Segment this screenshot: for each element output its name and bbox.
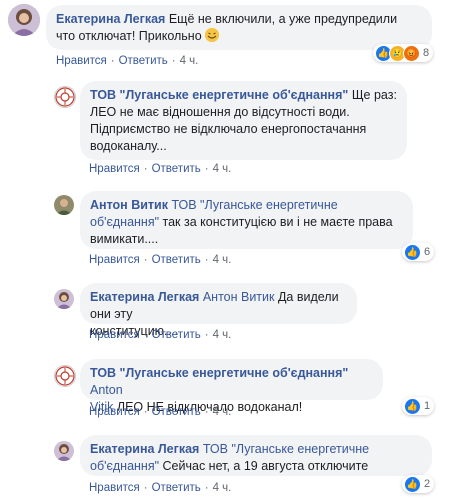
reaction-summary[interactable]: 👍 1 <box>402 397 435 415</box>
avatar-ekaterina[interactable] <box>8 4 40 36</box>
comment-text: ЛЕО не має відношення до відсутності вод… <box>90 105 350 119</box>
leo-logo-icon <box>55 366 75 386</box>
comment-text: Ещё не включили, а уже предупредили <box>165 12 398 26</box>
comment-author[interactable]: ТОВ "Луганське енергетичне об'єднання" <box>90 88 348 102</box>
separator: · <box>204 163 209 175</box>
comment-bubble: Екатерина Легкая ТОВ "Луганське енергети… <box>80 435 432 476</box>
comment-bubble: ТОВ "Луганське енергетичне об'єднання" Щ… <box>80 81 407 160</box>
separator: · <box>204 482 209 494</box>
reaction-summary[interactable]: 👍 2 <box>402 475 435 493</box>
like-link[interactable]: Нравится <box>89 254 140 266</box>
woman-avatar-icon <box>54 289 74 309</box>
avatar-leo[interactable] <box>54 86 76 108</box>
comment-author[interactable]: Екатерина Легкая <box>56 12 165 26</box>
timestamp[interactable]: 4 ч. <box>213 163 232 175</box>
comment-author[interactable]: Екатерина Легкая <box>90 442 199 456</box>
reaction-count: 1 <box>424 400 431 412</box>
like-link[interactable]: Нравится <box>89 163 140 175</box>
separator: · <box>143 163 148 175</box>
reply-link[interactable]: Ответить <box>152 329 201 341</box>
reply-link[interactable]: Ответить <box>152 163 201 175</box>
comment-text: Сейчас нет, а 19 августа отключите <box>159 459 369 473</box>
reaction-count: 2 <box>424 478 431 490</box>
comment-author[interactable]: ТОВ "Луганське енергетичне об'єднання" <box>90 366 348 380</box>
separator: · <box>143 406 148 418</box>
mention-link[interactable]: ТОВ "Луганське енергетичне <box>199 442 369 456</box>
like-link[interactable]: Нравится <box>89 482 140 494</box>
comment-actions: Нравится · Ответить · 4 ч. <box>89 482 231 494</box>
leo-logo-icon <box>55 87 75 107</box>
avatar-leo[interactable] <box>54 365 76 387</box>
timestamp[interactable]: 4 ч. <box>180 55 199 67</box>
avatar-ekaterina[interactable] <box>54 441 74 461</box>
man-avatar-icon <box>54 195 74 215</box>
comment-bubble: Екатерина Легкая Ещё не включили, а уже … <box>46 5 432 50</box>
comment-actions: Нравится · Ответить · 4 ч. <box>56 55 198 67</box>
like-link[interactable]: Нравится <box>89 329 140 341</box>
angry-icon: 😡 <box>403 44 420 62</box>
separator: · <box>143 254 148 266</box>
reply-link[interactable]: Ответить <box>152 254 201 266</box>
timestamp[interactable]: 4 ч. <box>213 482 232 494</box>
comment-actions: Нравится · Ответить · 4 ч. <box>89 163 231 175</box>
comment-text: вимикати.... <box>90 232 159 246</box>
timestamp[interactable]: 4 ч. <box>213 254 232 266</box>
comment-author[interactable]: Антон Витик <box>90 198 168 212</box>
mention-link[interactable]: ТОВ "Луганське енергетичне <box>168 198 337 212</box>
woman-avatar-icon <box>8 4 40 36</box>
timestamp[interactable]: 4 ч. <box>213 406 232 418</box>
comment-text: Підприємство не відключало енергопостача… <box>90 122 367 136</box>
like-link[interactable]: Нравится <box>89 406 140 418</box>
woman-avatar-icon <box>54 441 74 461</box>
mention-link[interactable]: Антон Витик <box>199 290 275 304</box>
laughing-emoji-icon <box>205 28 220 42</box>
mention-link[interactable]: об'єднання" <box>90 459 159 473</box>
reaction-count: 8 <box>423 47 430 59</box>
timestamp[interactable]: 4 ч. <box>213 329 232 341</box>
comment-actions: Нравится · Ответить · 4 ч. <box>89 406 231 418</box>
separator: · <box>143 329 148 341</box>
separator: · <box>204 254 209 266</box>
reply-link[interactable]: Ответить <box>119 55 168 67</box>
like-icon: 👍 <box>404 397 421 415</box>
separator: · <box>171 55 176 67</box>
comment-bubble: ТОВ "Луганське енергетичне об'єднання" A… <box>80 359 383 414</box>
separator: · <box>143 482 148 494</box>
reaction-summary[interactable]: 👍 😢 😡 8 <box>373 44 434 62</box>
comment-bubble: Антон Витик ТОВ "Луганське енергетичне о… <box>80 191 413 249</box>
like-link[interactable]: Нравится <box>56 55 107 67</box>
comment-bubble: Екатерина Легкая Антон Витик Да видели о… <box>80 283 357 338</box>
mention-link[interactable]: об'єднання" <box>90 215 159 229</box>
comment-author[interactable]: Екатерина Легкая <box>90 290 199 304</box>
reaction-summary[interactable]: 👍 6 <box>402 243 435 261</box>
comment-text: так за конституцією ви і не маєте права <box>159 215 393 229</box>
separator: · <box>204 329 209 341</box>
like-icon: 👍 <box>404 243 421 261</box>
separator: · <box>204 406 209 418</box>
mention-link[interactable]: Anton <box>90 383 123 397</box>
avatar-ekaterina[interactable] <box>54 289 74 309</box>
reply-link[interactable]: Ответить <box>152 482 201 494</box>
comment-text: водоканалу... <box>90 139 167 153</box>
comment-text: что отключат! Прикольно <box>56 29 206 43</box>
like-icon: 👍 <box>404 475 421 493</box>
comment-actions: Нравится · Ответить · 4 ч. <box>89 254 231 266</box>
comment-text: Ще раз: <box>348 88 397 102</box>
comment-actions: Нравится · Ответить · 4 ч. <box>89 329 231 341</box>
reply-link[interactable]: Ответить <box>152 406 201 418</box>
reaction-count: 6 <box>424 246 431 258</box>
separator: · <box>110 55 115 67</box>
avatar-anton[interactable] <box>54 195 74 215</box>
